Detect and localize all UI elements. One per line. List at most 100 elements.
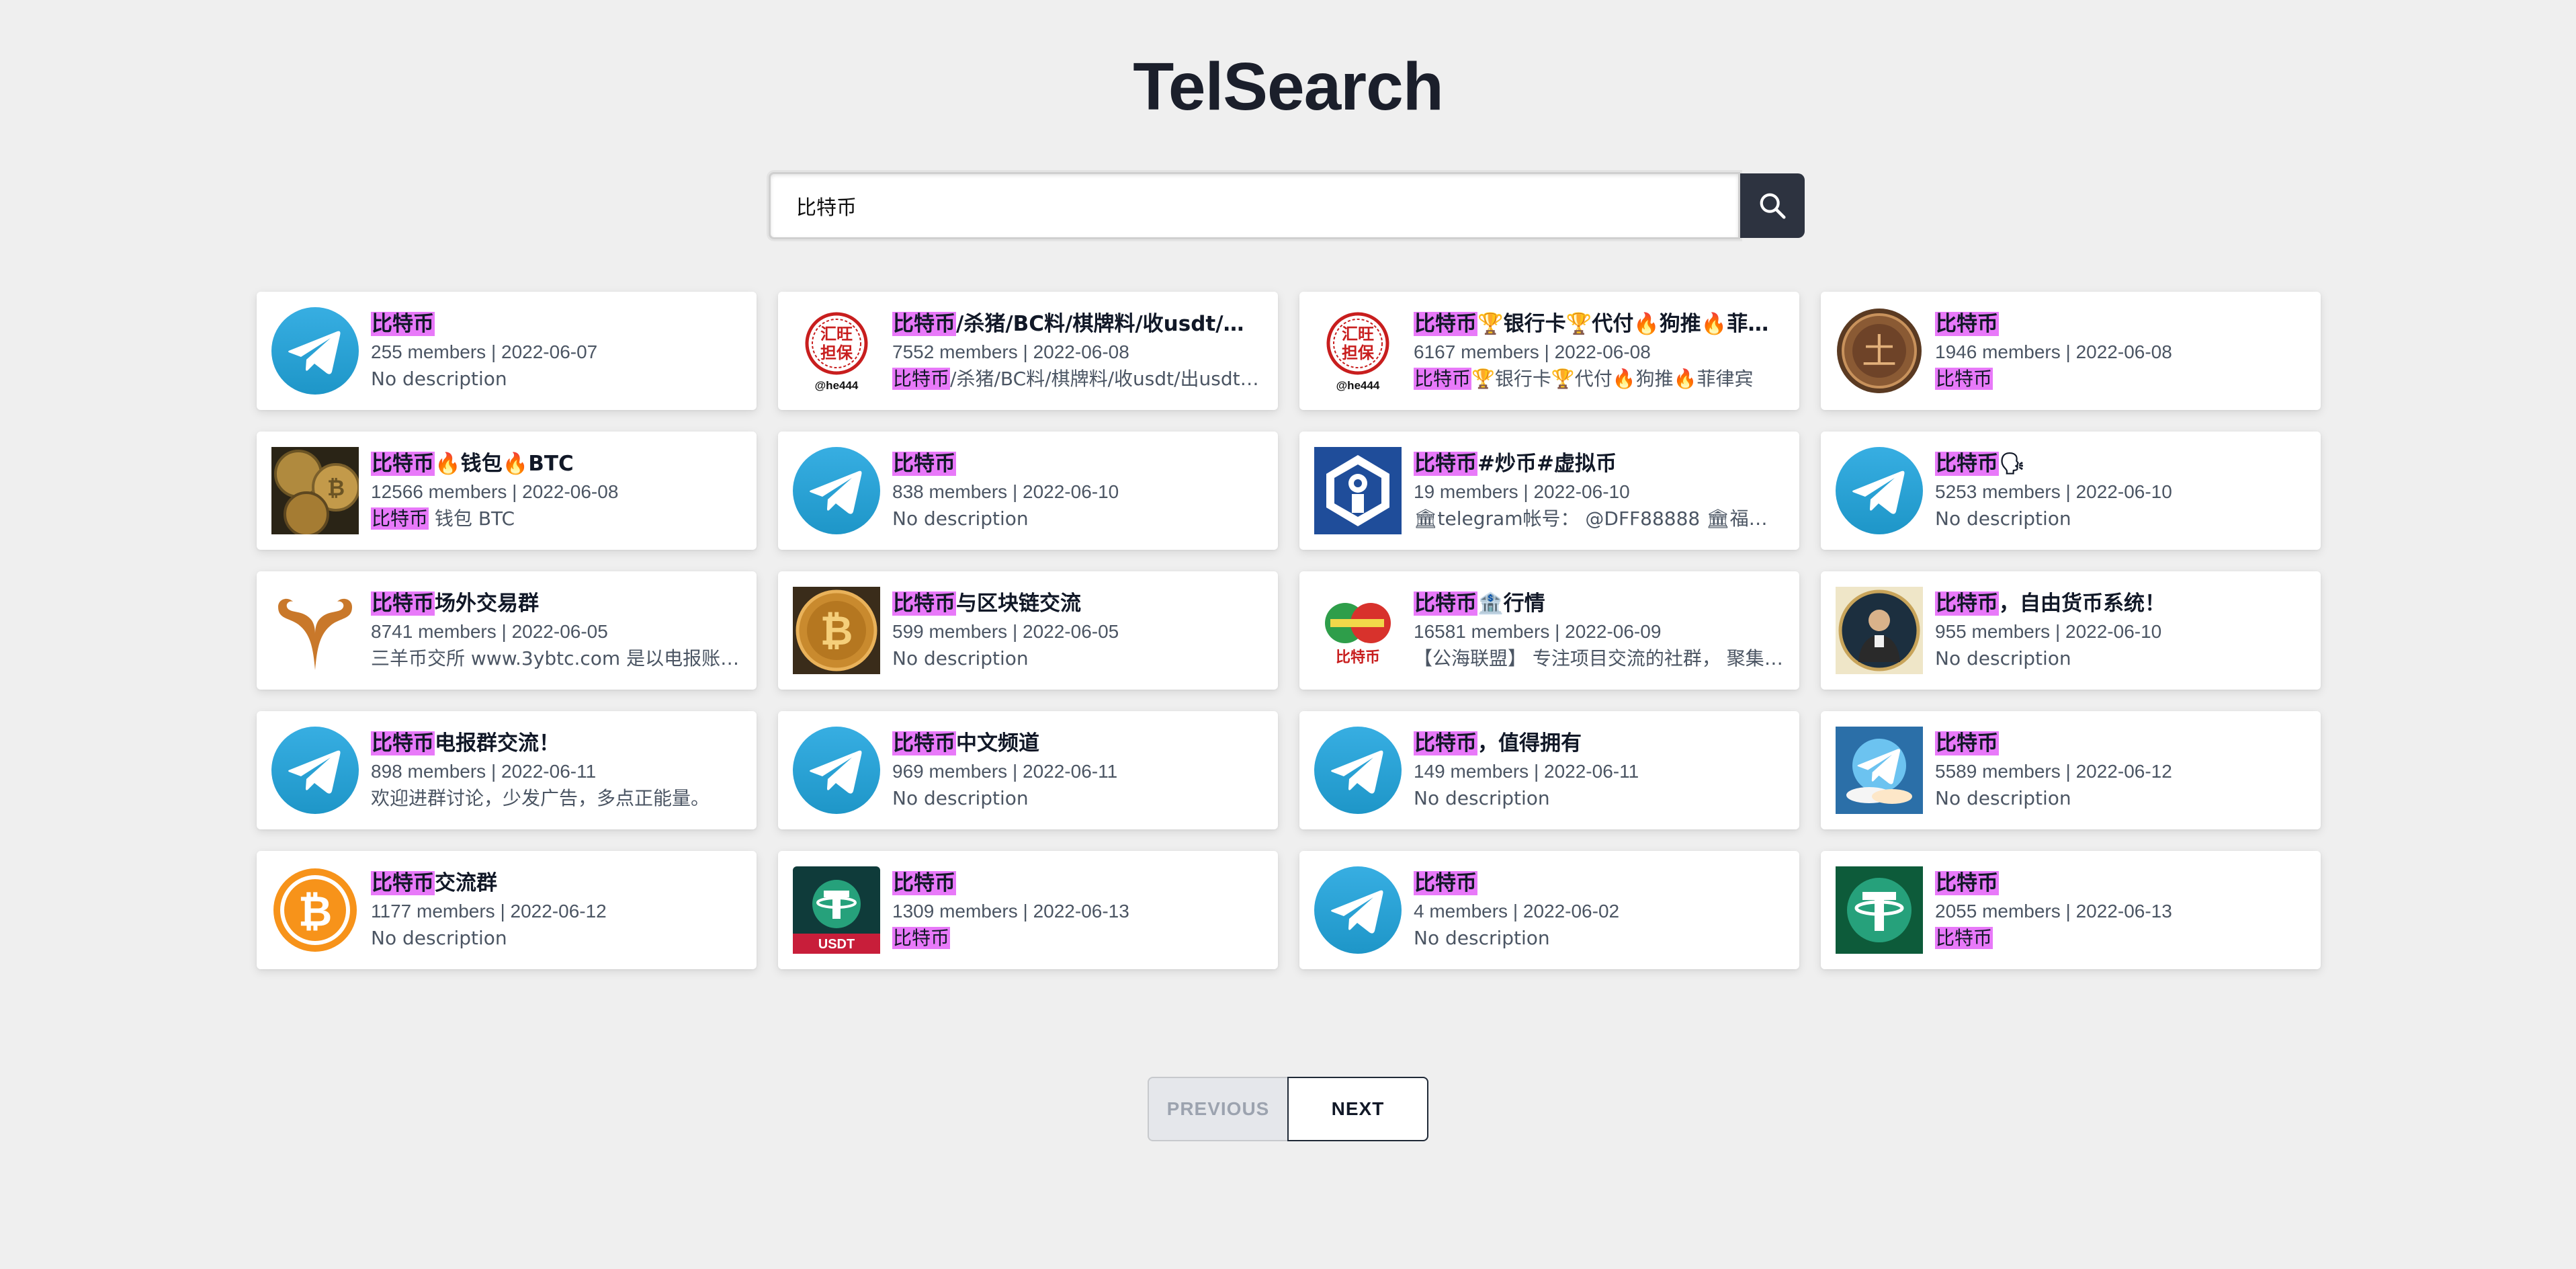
result-meta: 1946 members | 2022-06-08 — [1935, 341, 2172, 362]
result-description: No description — [1935, 647, 2071, 669]
result-info: 比特币 2055 members | 2022-06-13 比特币 — [1935, 868, 2306, 952]
result-card[interactable]: 比特币 2055 members | 2022-06-13 比特币 — [1821, 851, 2321, 969]
result-name[interactable]: 比特币电报群交流！ — [371, 729, 742, 758]
result-name[interactable]: 比特币 — [371, 309, 742, 339]
result-name[interactable]: 比特币 — [1935, 868, 2306, 898]
result-card[interactable]: ₿ 比特币与区块链交流 599 members | 2022-06-05 No des… — [778, 571, 1278, 690]
result-info: 比特币 1946 members | 2022-06-08 比特币 — [1935, 309, 2306, 393]
svg-text:USDT: USDT — [818, 937, 855, 952]
highlight-mark: 比特币 — [1935, 871, 1999, 895]
result-description: No description — [1935, 507, 2071, 530]
result-name[interactable]: 比特币，值得拥有 — [1414, 729, 1785, 758]
svg-text:₿: ₿ — [820, 608, 853, 655]
previous-button[interactable]: PREVIOUS — [1148, 1077, 1289, 1141]
result-name[interactable]: 比特币场外交易群 — [371, 589, 742, 618]
highlight-mark: 比特币 — [371, 731, 435, 755]
gold-coins-photo: ₿ — [271, 447, 359, 534]
result-meta: 969 members | 2022-06-11 — [892, 761, 1118, 782]
result-card[interactable]: 比特币，自由货币系统！ 955 members | 2022-06-10 No de… — [1821, 571, 2321, 690]
result-name[interactable]: 比特币与区块链交流 — [892, 589, 1263, 618]
result-meta: 838 members | 2022-06-10 — [892, 481, 1119, 502]
result-card[interactable]: ₿ 比特币🔥钱包🔥BTC 12566 members | 2022-06-08 比特币… — [257, 432, 757, 550]
result-info: 比特币#炒币#虚拟币 19 members | 2022-06-10 🏛telegr… — [1414, 449, 1785, 532]
result-description: No description — [1935, 787, 2071, 809]
result-card[interactable]: USDT 比特币 1309 members | 2022-06-13 比特币 — [778, 851, 1278, 969]
result-card[interactable]: 比特币电报群交流！ 898 members | 2022-06-11 欢迎进群讨论，… — [257, 711, 757, 829]
result-info: 比特币 4 members | 2022-06-02 No description — [1414, 868, 1785, 952]
highlight-mark: 比特币 — [892, 368, 951, 390]
result-name[interactable]: 比特币，自由货币系统！ — [1935, 589, 2306, 618]
result-card[interactable]: 土比特币 1946 members | 2022-06-08 比特币 — [1821, 292, 2321, 410]
result-name[interactable]: 比特币 — [892, 868, 1263, 898]
result-card[interactable]: 比特币 5589 members | 2022-06-12 No descripti… — [1821, 711, 2321, 829]
result-description: 比特币 — [892, 925, 1263, 952]
result-name[interactable]: 比特币 — [1935, 729, 2306, 758]
result-name[interactable]: 比特币/杀猪/BC料/棋牌料/收usdt/出usdt/四件套 — [892, 309, 1263, 339]
result-name[interactable]: 比特币交流群 — [371, 868, 742, 898]
result-card[interactable]: 比特币，值得拥有 149 members | 2022-06-11 No descr… — [1299, 711, 1799, 829]
result-info: 比特币🔥钱包🔥BTC 12566 members | 2022-06-08 比特币 … — [371, 449, 742, 532]
next-button[interactable]: NEXT — [1287, 1077, 1428, 1141]
highlight-mark: 比特币 — [892, 452, 956, 476]
svg-text:@he444: @he444 — [815, 379, 859, 392]
result-card[interactable]: 比特币🗣 5253 members | 2022-06-10 No descript… — [1821, 432, 2321, 550]
search-icon — [1760, 193, 1786, 219]
result-info: 比特币，值得拥有 149 members | 2022-06-11 No descr… — [1414, 729, 1785, 812]
result-name[interactable]: 比特币🗣 — [1935, 449, 2306, 479]
telegram-icon — [271, 727, 359, 814]
page: TelSearch 比特币 255 members | 2022-06-07 No … — [0, 0, 2576, 1269]
result-meta: 7552 members | 2022-06-08 — [892, 341, 1129, 362]
result-meta: 12566 members | 2022-06-08 — [371, 481, 619, 502]
telegram-icon — [1314, 727, 1402, 814]
result-card[interactable]: 比特币 4 members | 2022-06-02 No description — [1299, 851, 1799, 969]
result-description: No description — [371, 927, 507, 949]
result-card[interactable]: 汇旺 担保 @he444 比特币🏆银行卡🏆代付🔥狗推🔥菲律宾 6167 members … — [1299, 292, 1799, 410]
search-input[interactable] — [769, 172, 1740, 239]
result-card[interactable]: 汇旺担保 @he444 比特币/杀猪/BC料/棋牌料/收usdt/出usdt/四件套… — [778, 292, 1278, 410]
result-name[interactable]: 比特币 — [1935, 309, 2306, 339]
result-card[interactable]: 比特币 比特币🏦行情 16581 members | 2022-06-09 【公海联盟… — [1299, 571, 1799, 690]
highlight-mark: 比特币 — [371, 312, 435, 336]
trading-circles-icon: 比特币 — [1314, 587, 1402, 674]
result-info: 比特币 255 members | 2022-06-07 No descriptio… — [371, 309, 742, 393]
result-info: 比特币/杀猪/BC料/棋牌料/收usdt/出usdt/四件套7552 membe… — [892, 309, 1263, 393]
result-card[interactable]: 比特币中文频道 969 members | 2022-06-11 No descri… — [778, 711, 1278, 829]
svg-text:担保: 担保 — [820, 343, 853, 362]
huiwang-seal-icon: 汇旺 担保 @he444 — [793, 307, 880, 395]
highlight-mark: 比特币 — [1935, 312, 1999, 336]
result-meta: 1177 members | 2022-06-12 — [371, 901, 607, 922]
search-button[interactable] — [1740, 173, 1805, 238]
highlight-mark: 比特币 — [1935, 452, 1999, 476]
svg-text:比特币: 比特币 — [1336, 649, 1380, 666]
result-name[interactable]: 比特币 — [892, 449, 1263, 479]
result-card[interactable]: ₿ 比特币交流群 1177 members | 2022-06-12 No descr… — [257, 851, 757, 969]
result-meta: 8741 members | 2022-06-05 — [371, 621, 608, 642]
result-name[interactable]: 比特币🏦行情 — [1414, 589, 1785, 618]
result-meta: 955 members | 2022-06-10 — [1935, 621, 2162, 642]
highlight-mark: 比特币 — [892, 871, 956, 895]
result-name[interactable]: 比特币🔥钱包🔥BTC — [371, 449, 742, 479]
telegram-cloud-icon — [1836, 727, 1923, 814]
result-name[interactable]: 比特币中文频道 — [892, 729, 1263, 758]
ram-horns-icon — [271, 587, 359, 674]
highlight-mark: 比特币 — [1935, 927, 1993, 949]
result-meta: 19 members | 2022-06-10 — [1414, 481, 1630, 502]
tether-icon — [1836, 866, 1923, 954]
result-name[interactable]: 比特币#炒币#虚拟币 — [1414, 449, 1785, 479]
highlight-mark: 比特币 — [1935, 731, 1999, 755]
result-card[interactable]: 比特币场外交易群 8741 members | 2022-06-05 三羊币交所 w… — [257, 571, 757, 690]
result-card[interactable]: 比特币#炒币#虚拟币 19 members | 2022-06-10 🏛telegr… — [1299, 432, 1799, 550]
svg-text:₿: ₿ — [327, 475, 345, 501]
telegram-icon — [1836, 447, 1923, 534]
result-name[interactable]: 比特币🏆银行卡🏆代付🔥狗推🔥菲律宾 — [1414, 309, 1785, 339]
result-name[interactable]: 比特币 — [1414, 868, 1785, 898]
result-description: No description — [371, 368, 507, 390]
svg-text:@he444: @he444 — [1336, 379, 1380, 392]
highlight-mark: 比特币 — [371, 871, 435, 895]
result-card[interactable]: 比特币 838 members | 2022-06-10 No descriptio… — [778, 432, 1278, 550]
result-description: 比特币/杀猪/BC料/棋牌料/收usdt/出usdt/四件套 — [892, 368, 1263, 390]
result-card[interactable]: 比特币 255 members | 2022-06-07 No descriptio… — [257, 292, 757, 410]
highlight-mark: 比特币 — [892, 591, 956, 616]
result-description: No description — [892, 647, 1029, 669]
highlight-mark: 比特币 — [892, 312, 956, 336]
